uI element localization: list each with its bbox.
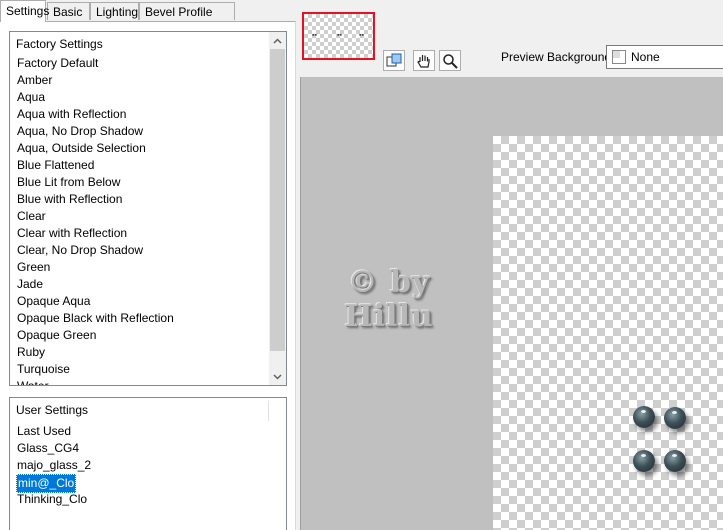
pan-zoom-icon (386, 53, 402, 66)
factory-settings-item[interactable]: Aqua with Reflection (16, 106, 175, 123)
chevron-up-icon (273, 37, 282, 44)
factory-scrollbar[interactable] (269, 32, 286, 385)
thumb-mark: ▪▪ (312, 32, 317, 39)
factory-settings-item[interactable]: Green (16, 259, 175, 276)
user-settings-header: User Settings (16, 403, 89, 417)
factory-settings-item[interactable]: Factory Default (16, 55, 175, 72)
factory-settings-item[interactable]: Ruby (16, 344, 175, 361)
factory-settings-item[interactable]: Clear (16, 208, 175, 225)
factory-settings-header: Factory Settings (16, 37, 103, 51)
factory-settings-item[interactable]: Clear with Reflection (16, 225, 175, 242)
thumb-mark: ▪▪ (337, 32, 342, 39)
user-settings-item[interactable]: Glass_CG4 (16, 440, 80, 457)
factory-settings-item[interactable]: Blue with Reflection (16, 191, 175, 208)
user-settings-item[interactable]: majo_glass_2 (16, 457, 92, 474)
glass-bead (664, 450, 686, 472)
user-settings-item[interactable]: Last Used (16, 423, 72, 440)
user-settings-items: Last Used Glass_CG4 majo_glass_2 min@_Clo Th… (16, 423, 92, 508)
factory-settings-item[interactable]: Turquoise (16, 361, 175, 378)
factory-settings-item[interactable]: Aqua, Outside Selection (16, 140, 175, 157)
pan-zoom-button[interactable] (383, 50, 405, 71)
zoom-button[interactable] (439, 50, 461, 71)
chevron-down-icon (273, 373, 282, 380)
glass-bead (664, 407, 686, 429)
factory-settings-list[interactable]: Factory Settings Factory Default Amber Aqu… (9, 31, 287, 386)
preview-background-value: None (631, 50, 660, 64)
factory-settings-item[interactable]: Aqua (16, 89, 175, 106)
watermark-line2: Hillu (344, 299, 434, 334)
preview-background-label: Preview Background: (501, 50, 615, 64)
factory-settings-item[interactable]: Opaque Black with Reflection (16, 310, 175, 327)
factory-settings-items: Factory Default Amber Aqua Aqua with Reflec… (16, 55, 175, 385)
factory-settings-item[interactable]: Jade (16, 276, 175, 293)
thumb-mark: ▪▪ (359, 32, 364, 39)
watermark: © by Hillu (334, 266, 444, 334)
transparent-image-area (493, 136, 723, 530)
color-swatch (612, 50, 626, 64)
scroll-thumb[interactable] (270, 49, 285, 351)
factory-settings-item[interactable]: Blue Lit from Below (16, 174, 175, 191)
tab-lighting[interactable]: Lighting (90, 2, 139, 20)
factory-settings-item[interactable]: Amber (16, 72, 175, 89)
user-settings-list[interactable]: User Settings Last Used Glass_CG4 majo_gla… (9, 397, 287, 530)
header-divider (268, 401, 269, 421)
scroll-up-button[interactable] (269, 32, 286, 49)
glass-bead (633, 406, 655, 428)
hand-icon (417, 54, 430, 68)
navigator-thumbnail[interactable]: ▪▪ ▪▪ ▪▪ (302, 12, 375, 60)
scroll-down-button[interactable] (269, 368, 286, 385)
settings-panel: Settings Basic Lighting Bevel Profile Fa… (0, 0, 297, 530)
factory-settings-item[interactable]: Aqua, No Drop Shadow (16, 123, 175, 140)
tab-bevel-profile[interactable]: Bevel Profile (139, 2, 235, 20)
factory-settings-item[interactable]: Opaque Green (16, 327, 175, 344)
factory-settings-item[interactable]: Clear, No Drop Shadow (16, 242, 175, 259)
user-settings-item[interactable]: Thinking_Clo (16, 491, 88, 508)
factory-settings-item[interactable]: Opaque Aqua (16, 293, 175, 310)
magnifier-icon (443, 53, 458, 69)
glass-bead (633, 450, 655, 472)
factory-settings-item[interactable]: Blue Flattened (16, 157, 175, 174)
watermark-line1: © by (347, 265, 431, 300)
preview-background-select[interactable]: None (606, 45, 723, 69)
tab-settings[interactable]: Settings (0, 0, 49, 22)
hand-button[interactable] (413, 50, 435, 71)
tab-basic[interactable]: Basic (47, 2, 90, 20)
tab-bar: Settings Basic Lighting Bevel Profile (0, 0, 297, 22)
factory-settings-item[interactable]: Water (16, 378, 175, 385)
